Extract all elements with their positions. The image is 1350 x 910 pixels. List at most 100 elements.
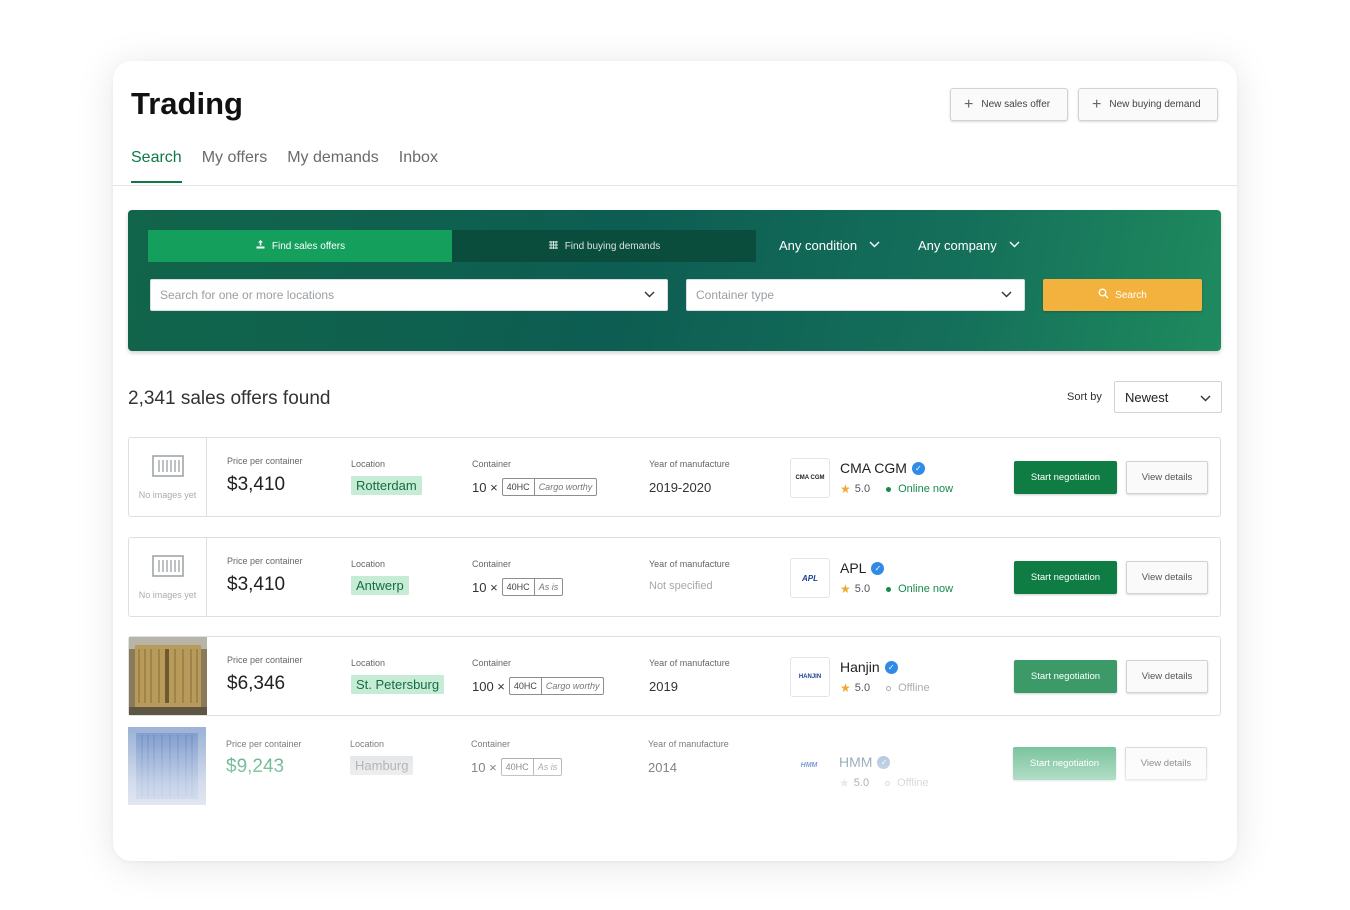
company-filter-label: Any company: [918, 238, 997, 253]
sort-value: Newest: [1125, 389, 1169, 405]
plus-icon: +: [1092, 95, 1102, 113]
find-buying-demands-option[interactable]: Find buying demands: [452, 230, 756, 262]
location-label: Location: [351, 559, 386, 569]
year-value: Not specified: [649, 580, 713, 592]
locations-input[interactable]: Search for one or more locations: [150, 279, 668, 311]
rating-value: 5.0: [853, 777, 870, 789]
container-label: Container: [472, 559, 512, 569]
view-details-button[interactable]: View details: [1126, 461, 1208, 494]
search-button-label: Search: [1115, 289, 1147, 301]
start-negotiation-button[interactable]: Start negotiation: [1014, 660, 1117, 693]
new-sales-offer-button[interactable]: + New sales offer: [950, 88, 1068, 121]
condition-filter-label: Any condition: [779, 238, 858, 253]
container-size: 40HC: [502, 759, 534, 775]
new-buying-demand-button[interactable]: + New buying demand: [1078, 88, 1218, 121]
search-mode-toggle: Find sales offers Find buying demands: [148, 230, 756, 262]
find-buying-demands-label: Find buying demands: [564, 240, 661, 252]
year-value: 2019-2020: [649, 480, 712, 495]
container-label: Container: [472, 658, 512, 668]
star-icon: ★: [840, 482, 851, 496]
container-type-placeholder: Container type: [696, 288, 775, 302]
container-label: Container: [471, 739, 511, 749]
chevron-down-icon: [644, 290, 655, 301]
price-label: Price per container: [227, 456, 303, 466]
year-label: Year of manufacture: [648, 739, 729, 749]
status-dot-icon: [886, 486, 892, 492]
year-value: 2014: [648, 760, 677, 775]
tab-inbox[interactable]: Inbox: [399, 149, 438, 183]
status-dot-icon: [885, 780, 891, 786]
container-spec: 100 × 40HC Cargo worthy: [472, 677, 605, 695]
year-label: Year of manufacture: [649, 658, 730, 668]
find-sales-offers-option[interactable]: Find sales offers: [148, 230, 452, 262]
view-details-button[interactable]: View details: [1126, 660, 1208, 693]
search-icon: [1098, 288, 1109, 302]
view-details-button[interactable]: View details: [1126, 561, 1208, 594]
container-condition: Cargo worthy: [538, 482, 593, 492]
condition-filter[interactable]: Any condition: [779, 238, 880, 253]
container-tag: 40HC As is: [501, 578, 564, 596]
company-meta: ★ 5.0 Offline: [839, 776, 929, 790]
container-spec: 10 × 40HC As is: [471, 758, 563, 776]
container-quantity: 10 ×: [472, 579, 498, 595]
trading-card: Trading + New sales offer + New buying d…: [113, 61, 1237, 861]
view-details-button[interactable]: View details: [1125, 747, 1207, 780]
rating-value: 5.0: [854, 583, 871, 595]
page-title: Trading: [131, 86, 243, 121]
company-logo-text: CMA CGM: [795, 475, 825, 481]
tab-search[interactable]: Search: [131, 149, 182, 183]
search-button[interactable]: Search: [1043, 279, 1202, 311]
start-negotiation-button[interactable]: Start negotiation: [1013, 747, 1116, 780]
company-logo: APL: [790, 558, 830, 598]
container-icon: [151, 454, 184, 482]
no-images-text: No images yet: [138, 589, 197, 600]
container-size: 40HC: [503, 579, 535, 595]
offer-photo: [129, 637, 207, 715]
online-status: Online now: [886, 583, 953, 595]
offline-status: Offline: [885, 777, 929, 789]
chevron-down-icon: [1009, 240, 1020, 251]
chevron-down-icon: [1200, 390, 1211, 405]
company-logo: HANJIN: [790, 657, 830, 697]
tab-my-offers[interactable]: My offers: [202, 149, 268, 183]
company-logo: CMA CGM: [790, 458, 830, 498]
company-name[interactable]: HMM ✓: [839, 754, 891, 770]
company-name-text: CMA CGM: [840, 460, 907, 476]
company-meta: ★ 5.0 Online now: [840, 582, 953, 596]
location-badge: Hamburg: [350, 756, 414, 775]
company-meta: ★ 5.0 Offline: [840, 681, 930, 695]
sort-select[interactable]: Newest: [1114, 381, 1222, 413]
year-label: Year of manufacture: [649, 459, 730, 469]
company-name[interactable]: CMA CGM ✓: [840, 460, 925, 476]
container-tag: 40HC Cargo worthy: [508, 677, 605, 695]
company-logo-text: APL: [802, 573, 818, 583]
start-negotiation-button[interactable]: Start negotiation: [1014, 561, 1117, 594]
container-condition: Cargo worthy: [545, 681, 600, 691]
price-label: Price per container: [227, 556, 303, 566]
container-quantity: 10 ×: [471, 759, 497, 775]
container-type-select[interactable]: Container type: [686, 279, 1025, 311]
company-name[interactable]: APL ✓: [840, 560, 885, 576]
find-sales-offers-label: Find sales offers: [271, 240, 346, 252]
status-dot-icon: [886, 685, 892, 691]
start-negotiation-button[interactable]: Start negotiation: [1014, 461, 1117, 494]
new-buying-demand-label: New buying demand: [1109, 99, 1201, 110]
online-status: Online now: [886, 483, 953, 495]
container-quantity: 10 ×: [472, 479, 498, 495]
tab-my-demands[interactable]: My demands: [287, 149, 379, 183]
company-filter[interactable]: Any company: [918, 238, 1020, 253]
container-stack-icon: [548, 239, 559, 253]
status-text: Offline: [898, 682, 930, 694]
offer-price: $3,410: [227, 474, 286, 495]
status-dot-icon: [886, 586, 892, 592]
rating-value: 5.0: [854, 682, 871, 694]
star-icon: ★: [839, 776, 850, 790]
company-name[interactable]: Hanjin ✓: [840, 659, 898, 675]
results-count: 2,341 sales offers found: [128, 388, 331, 409]
status-text: Offline: [897, 777, 929, 789]
container-condition: As is: [537, 762, 558, 772]
offer-price: $3,410: [227, 574, 286, 595]
offer-thumbnail: No images yet: [129, 538, 207, 616]
offer-row: Price per container $9,243 Location Hamb…: [128, 727, 1221, 807]
container-size: 40HC: [503, 479, 535, 495]
